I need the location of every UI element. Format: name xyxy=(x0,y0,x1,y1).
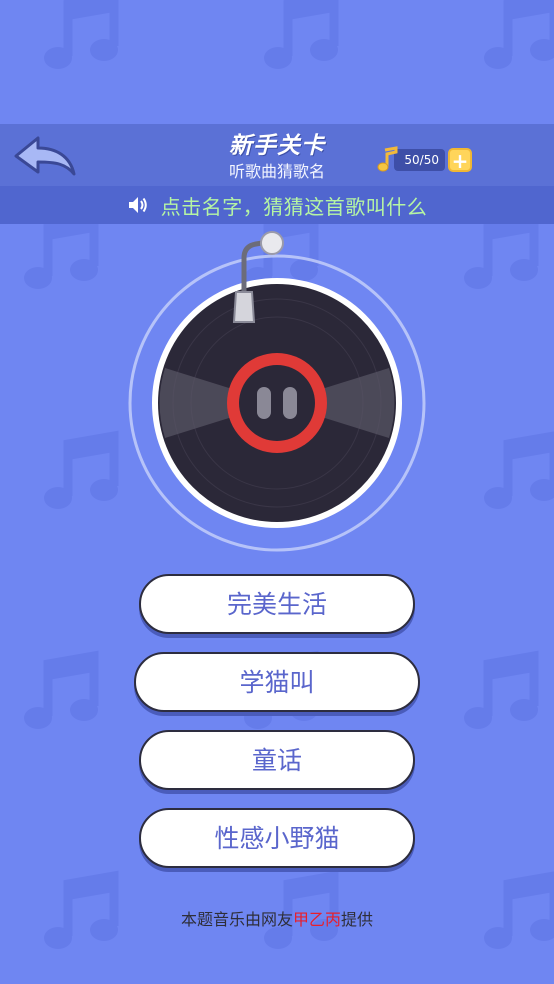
credit-username: 甲乙丙 xyxy=(292,910,341,929)
add-notes-button[interactable]: + xyxy=(448,148,472,173)
header: 新手关卡 听歌曲猜歌名 50/50 + xyxy=(0,124,554,186)
tonearm xyxy=(232,231,284,323)
background-note-icon xyxy=(484,431,554,509)
hint-bar: 点击名字，猜猜这首歌叫什么 xyxy=(0,186,554,224)
plus-icon: + xyxy=(451,149,469,173)
background-note-icon xyxy=(484,0,554,69)
credit-suffix: 提供 xyxy=(341,910,374,929)
credit-prefix: 本题音乐由网友 xyxy=(180,910,293,929)
hint-text: 点击名字，猜猜这首歌叫什么 xyxy=(160,194,428,219)
note-counter: 50/50 + xyxy=(374,146,472,174)
background-note-icon xyxy=(44,430,119,509)
background-note-icon xyxy=(464,650,539,729)
answer-option[interactable]: 完美生活 xyxy=(139,574,415,634)
music-credit: 本题音乐由网友甲乙丙提供 xyxy=(0,906,554,930)
background-note-icon xyxy=(24,650,99,729)
pause-button[interactable] xyxy=(227,353,327,453)
speaker-icon[interactable] xyxy=(127,194,149,216)
music-note-icon xyxy=(377,146,398,172)
pause-icon xyxy=(257,387,297,419)
background-note-icon xyxy=(44,0,119,69)
answer-option[interactable]: 性感小野猫 xyxy=(139,808,415,868)
background-note-icon xyxy=(264,0,339,69)
answer-option[interactable]: 童话 xyxy=(139,730,415,790)
answer-option[interactable]: 学猫叫 xyxy=(134,652,420,712)
